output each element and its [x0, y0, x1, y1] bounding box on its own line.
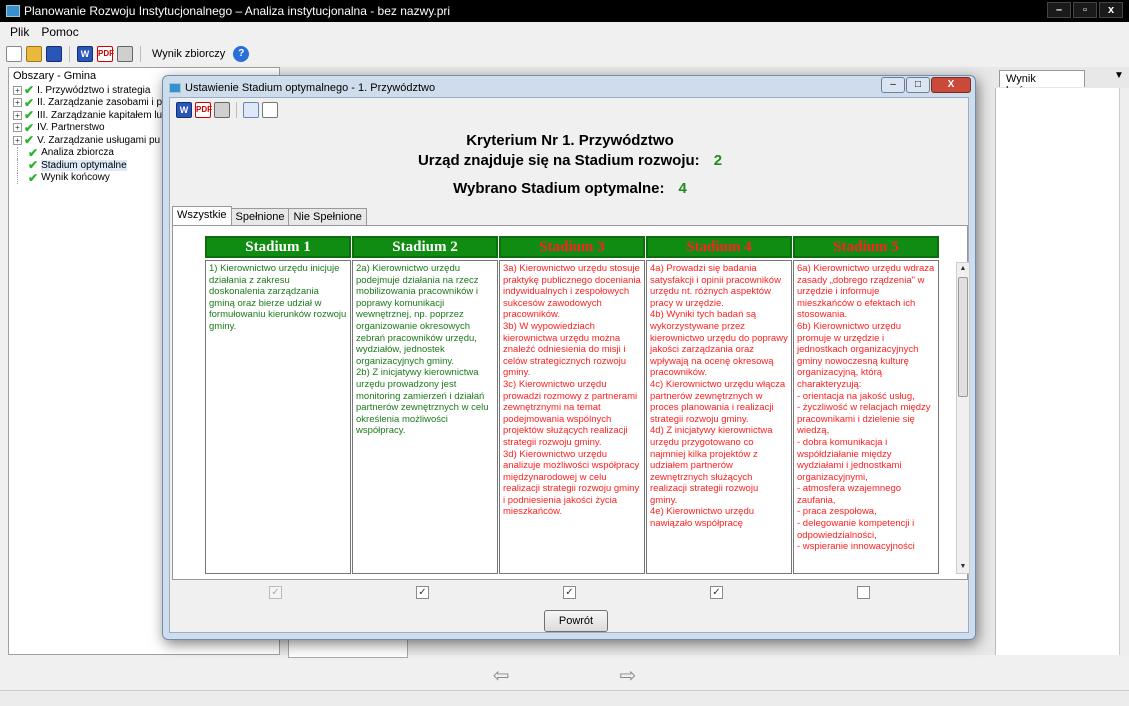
tab-list-dropdown-icon[interactable]: ▼ — [1114, 70, 1124, 81]
dialog-title: Ustawienie Stadium optymalnego - 1. Przy… — [185, 82, 436, 94]
stage-column-3: Stadium 3 3a) Kierownictwo urzędu stosuj… — [499, 236, 645, 574]
stage-checkboxes: ✓ ✓ ✓ ✓ — [202, 584, 938, 604]
stage-description: 4a) Prowadzi się badania satysfakcji i o… — [646, 260, 792, 574]
stage-4-checkbox[interactable]: ✓ — [710, 586, 723, 599]
scroll-down-icon[interactable]: ▼ — [957, 561, 969, 573]
chosen-stage-line: Wybrano Stadium optymalne: 4 — [170, 180, 970, 197]
chosen-stage-value: 4 — [678, 180, 687, 197]
scrollbar-thumb[interactable] — [958, 277, 968, 397]
tab-spelnione[interactable]: Spełnione — [230, 208, 290, 225]
print-icon[interactable] — [117, 46, 133, 62]
current-stage-value: 2 — [713, 152, 723, 169]
app-icon — [6, 5, 20, 17]
stages-grid: Stadium 1 1) Kierownictwo urzędu inicjuj… — [205, 236, 970, 574]
minimize-button[interactable]: – — [1047, 2, 1071, 18]
copy-icon[interactable] — [243, 102, 259, 118]
stage-column-1: Stadium 1 1) Kierownictwo urzędu inicjuj… — [205, 236, 351, 574]
dialog-client-area: W PDF Kryterium Nr 1. Przywództwo Urząd … — [169, 97, 970, 633]
new-document-icon[interactable] — [6, 46, 22, 62]
dialog-minimize-button[interactable]: – — [881, 77, 905, 93]
stage-5-checkbox[interactable] — [857, 586, 870, 599]
stage-description: 1) Kierownictwo urzędu inicjuje działani… — [205, 260, 351, 574]
dialog-maximize-button[interactable]: □ — [906, 77, 930, 93]
toolbar-separator — [140, 46, 141, 62]
tab-wynik-koncowy[interactable]: Wynik końcowy — [999, 70, 1085, 97]
stages-tab-panel: Stadium 1 1) Kierownictwo urzędu inicjuj… — [172, 225, 970, 580]
tab-nie-spelnione[interactable]: Nie Spełnione — [288, 208, 367, 225]
app-title: Planowanie Rozwoju Instytucjonalnego – A… — [24, 4, 451, 18]
tab-wszystkie[interactable]: Wszystkie — [172, 206, 232, 225]
stage-2-checkbox[interactable]: ✓ — [416, 586, 429, 599]
help-icon[interactable]: ? — [233, 46, 250, 62]
dialog-toolbar: W PDF — [172, 100, 278, 120]
summary-result-button[interactable]: Wynik zbiorczy — [152, 48, 225, 60]
back-arrow-icon[interactable]: ⇦ — [493, 663, 510, 688]
scroll-up-icon[interactable]: ▲ — [957, 263, 969, 275]
background-scrollbar[interactable] — [1119, 88, 1129, 655]
status-bar — [0, 690, 1129, 706]
stage-1-checkbox[interactable]: ✓ — [269, 586, 282, 599]
pdf-export-icon[interactable]: PDF — [97, 46, 114, 62]
menu-bar: Plik Pomoc — [0, 22, 1129, 42]
stage-3-checkbox[interactable]: ✓ — [563, 586, 576, 599]
document-icon[interactable] — [262, 102, 278, 118]
word-export-icon[interactable]: W — [77, 46, 93, 62]
stage-header: Stadium 3 — [499, 236, 645, 258]
maximize-button[interactable]: ▫ — [1073, 2, 1097, 18]
pdf-export-icon[interactable]: PDF — [195, 102, 212, 118]
word-export-icon[interactable]: W — [176, 102, 192, 118]
print-icon[interactable] — [214, 102, 230, 118]
stage-column-5: Stadium 5 6a) Kierownictwo urzędu wdraza… — [793, 236, 939, 574]
dialog-close-button[interactable]: X — [931, 77, 971, 93]
close-button[interactable]: x — [1099, 2, 1123, 18]
dialog-window-controls: – □ X — [881, 77, 971, 93]
navigation-bar: ⇦ ⇨ — [0, 660, 1129, 690]
expand-icon[interactable]: + — [13, 85, 22, 95]
stages-scrollbar[interactable]: ▲ ▼ — [956, 262, 970, 574]
app-titlebar: Planowanie Rozwoju Instytucjonalnego – A… — [0, 0, 1129, 22]
stage-header: Stadium 2 — [352, 236, 498, 258]
menu-pomoc[interactable]: Pomoc — [41, 25, 78, 39]
background-panel — [995, 88, 1119, 655]
stage-description: 3a) Kierownictwo urzędu stosuje praktykę… — [499, 260, 645, 574]
open-folder-icon[interactable] — [26, 46, 42, 62]
expand-icon[interactable]: + — [13, 135, 22, 145]
expand-icon[interactable]: + — [13, 123, 22, 133]
dialog-app-icon — [169, 83, 181, 93]
save-icon[interactable] — [46, 46, 62, 62]
stage-header: Stadium 5 — [793, 236, 939, 258]
window-controls: – ▫ x — [1047, 2, 1123, 18]
stage-header: Stadium 1 — [205, 236, 351, 258]
stage-header: Stadium 4 — [646, 236, 792, 258]
stage-column-4: Stadium 4 4a) Prowadzi się badania satys… — [646, 236, 792, 574]
current-stage-line: Urząd znajduje się na Stadium rozwoju: 2 — [170, 152, 970, 169]
checkmark-icon: ✔ — [28, 170, 39, 185]
stage-description: 2a) Kierownictwo urzędu podejmuje działa… — [352, 260, 498, 574]
expand-icon[interactable]: + — [13, 98, 22, 108]
chosen-stage-label: Wybrano Stadium optymalne: — [453, 180, 665, 197]
criterion-heading: Kryterium Nr 1. Przywództwo — [466, 132, 674, 149]
optimal-stage-dialog: Ustawienie Stadium optymalnego - 1. Przy… — [162, 75, 976, 640]
stage-column-2: Stadium 2 2a) Kierownictwo urzędu podejm… — [352, 236, 498, 574]
stage-description: 6a) Kierownictwo urzędu wdraza zasady „d… — [793, 260, 939, 574]
back-button[interactable]: Powrót — [544, 610, 608, 632]
main-toolbar: W PDF Wynik zbiorczy ? — [0, 42, 1129, 66]
menu-plik[interactable]: Plik — [10, 25, 29, 39]
forward-arrow-icon[interactable]: ⇨ — [620, 663, 637, 688]
current-stage-label: Urząd znajduje się na Stadium rozwoju: — [417, 152, 700, 169]
toolbar-separator — [69, 46, 70, 62]
expand-icon[interactable]: + — [13, 110, 22, 120]
toolbar-separator — [236, 102, 237, 118]
dialog-titlebar: Ustawienie Stadium optymalnego - 1. Przy… — [169, 79, 435, 97]
